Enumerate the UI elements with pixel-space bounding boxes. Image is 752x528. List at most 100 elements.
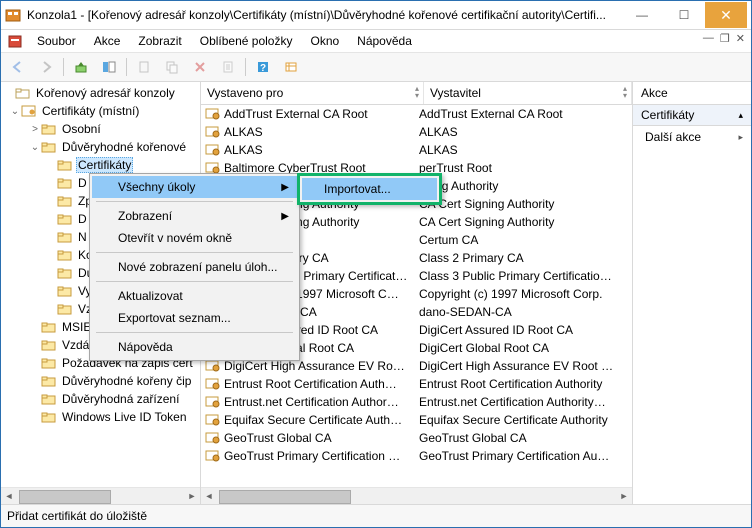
folder-icon — [41, 410, 57, 424]
show-hide-tree-button[interactable] — [96, 55, 122, 79]
maximize-button[interactable]: ☐ — [663, 2, 705, 28]
scroll-left-icon[interactable]: ◄ — [1, 489, 17, 503]
actions-section[interactable]: Certifikáty▴ — [633, 105, 751, 126]
folder-icon — [57, 158, 73, 172]
up-button[interactable] — [68, 55, 94, 79]
tree-item[interactable]: Důvěryhodné kořeny čip — [1, 372, 200, 390]
menu-soubor[interactable]: Soubor — [29, 32, 84, 50]
separator — [245, 58, 246, 76]
mdi-controls: — ❐ ✕ — [703, 32, 745, 45]
expand-icon[interactable]: ⌄ — [29, 142, 41, 153]
list-item[interactable]: ALKASALKAS — [201, 141, 632, 159]
column-headers: Vystaveno pro▴▾ Vystavitel▴▾ — [201, 82, 632, 105]
status-text: Přidat certifikát do úložiště — [7, 509, 147, 523]
properties-button[interactable] — [215, 55, 241, 79]
collapse-icon[interactable]: ⌄ — [9, 106, 21, 117]
menu-item[interactable]: Exportovat seznam... — [92, 307, 297, 329]
certificate-icon — [205, 107, 221, 121]
menu-item[interactable]: Zobrazení▶ — [92, 205, 297, 227]
view-button[interactable] — [278, 55, 304, 79]
help-button[interactable]: ? — [250, 55, 276, 79]
certificate-icon — [21, 104, 37, 118]
actions-more[interactable]: Další akce▸ — [633, 126, 751, 148]
menu-item-import[interactable]: Importovat... — [302, 178, 437, 200]
certificate-icon — [205, 143, 221, 157]
list-item[interactable]: Entrust.net Certification Author…Entrust… — [201, 393, 632, 411]
tree-scrollbar-h[interactable]: ◄ ► — [1, 487, 200, 504]
back-button[interactable] — [5, 55, 31, 79]
folder-icon — [41, 320, 57, 334]
folder-icon — [57, 194, 73, 208]
certificate-icon — [205, 449, 221, 463]
mdi-close-icon[interactable]: ✕ — [736, 32, 745, 45]
menu-item[interactable]: Nové zobrazení panelu úloh... — [92, 256, 297, 278]
cut-button[interactable] — [131, 55, 157, 79]
menu-separator — [96, 332, 293, 333]
scroll-thumb[interactable] — [219, 490, 351, 504]
scroll-track[interactable] — [217, 489, 616, 503]
menu-oblibene[interactable]: Oblíbené položky — [192, 32, 301, 50]
expand-icon[interactable]: > — [29, 124, 41, 135]
app-icon — [5, 7, 21, 23]
list-scrollbar-h[interactable]: ◄ ► — [201, 487, 632, 504]
scroll-right-icon[interactable]: ► — [616, 489, 632, 503]
folder-icon — [15, 86, 31, 100]
tree-item[interactable]: >Osobní — [1, 120, 200, 138]
chevron-right-icon: ▶ — [281, 211, 289, 222]
list-item[interactable]: Equifax Secure Certificate Auth…Equifax … — [201, 411, 632, 429]
list-item[interactable]: ALKASALKAS — [201, 123, 632, 141]
close-button[interactable]: ✕ — [705, 2, 747, 28]
actions-header: Akce — [633, 82, 751, 105]
folder-icon — [57, 302, 73, 316]
mmc-window: Konzola1 - [Kořenový adresář konzoly\Cer… — [0, 0, 752, 528]
column-header-issuer[interactable]: Vystavitel▴▾ — [424, 82, 632, 104]
tree-item[interactable]: Důvěryhodná zařízení — [1, 390, 200, 408]
menu-zobrazit[interactable]: Zobrazit — [130, 32, 189, 50]
menu-akce[interactable]: Akce — [86, 32, 129, 50]
context-submenu[interactable]: Importovat... — [297, 173, 442, 205]
delete-button[interactable] — [187, 55, 213, 79]
folder-icon — [41, 374, 57, 388]
menu-item[interactable]: Aktualizovat — [92, 285, 297, 307]
folder-icon — [57, 284, 73, 298]
tree-item[interactable]: ⌄Důvěryhodné kořenové — [1, 138, 200, 156]
menu-napoveda[interactable]: Nápověda — [349, 32, 420, 50]
list-item[interactable]: AddTrust External CA RootAddTrust Extern… — [201, 105, 632, 123]
context-menu[interactable]: Všechny úkoly▶ Zobrazení▶Otevřít v novém … — [89, 173, 300, 361]
tree-item[interactable]: Certifikáty — [1, 156, 200, 174]
tree-item[interactable]: Windows Live ID Token — [1, 408, 200, 426]
menu-item[interactable]: Otevřít v novém okně — [92, 227, 297, 249]
scroll-left-icon[interactable]: ◄ — [201, 489, 217, 503]
folder-icon — [41, 356, 57, 370]
scroll-track[interactable] — [17, 489, 184, 503]
menu-okno[interactable]: Okno — [302, 32, 347, 50]
toolbar: ? — [1, 53, 751, 82]
tree-cert-root[interactable]: ⌄Certifikáty (místní) — [1, 102, 200, 120]
title-bar[interactable]: Konzola1 - [Kořenový adresář konzoly\Cer… — [1, 1, 751, 30]
window-controls: — ☐ ✕ — [621, 2, 747, 28]
column-header-issued-to[interactable]: Vystaveno pro▴▾ — [201, 82, 424, 104]
folder-icon — [41, 392, 57, 406]
menu-bar[interactable]: Soubor Akce Zobrazit Oblíbené položky Ok… — [1, 30, 751, 53]
folder-icon — [57, 248, 73, 262]
scroll-right-icon[interactable]: ► — [184, 489, 200, 503]
status-bar: Přidat certifikát do úložiště — [1, 504, 751, 527]
certificate-icon — [205, 359, 221, 373]
copy-button[interactable] — [159, 55, 185, 79]
mdi-restore-icon[interactable]: ❐ — [720, 32, 730, 45]
mdi-minimize-icon[interactable]: — — [703, 32, 714, 45]
menu-item[interactable]: Nápověda — [92, 336, 297, 358]
forward-button[interactable] — [33, 55, 59, 79]
tree-root[interactable]: Kořenový adresář konzoly — [1, 84, 200, 102]
folder-icon — [41, 338, 57, 352]
folder-icon — [41, 140, 57, 154]
menu-item[interactable]: Všechny úkoly▶ — [92, 176, 297, 198]
certificate-icon — [205, 413, 221, 427]
list-item[interactable]: GeoTrust Global CAGeoTrust Global CA — [201, 429, 632, 447]
chevron-right-icon: ▸ — [738, 132, 743, 143]
list-item[interactable]: Entrust Root Certification Auth…Entrust … — [201, 375, 632, 393]
minimize-button[interactable]: — — [621, 2, 663, 28]
window-title: Konzola1 - [Kořenový adresář konzoly\Cer… — [27, 8, 621, 22]
list-item[interactable]: GeoTrust Primary Certification …GeoTrust… — [201, 447, 632, 465]
scroll-thumb[interactable] — [19, 490, 111, 504]
